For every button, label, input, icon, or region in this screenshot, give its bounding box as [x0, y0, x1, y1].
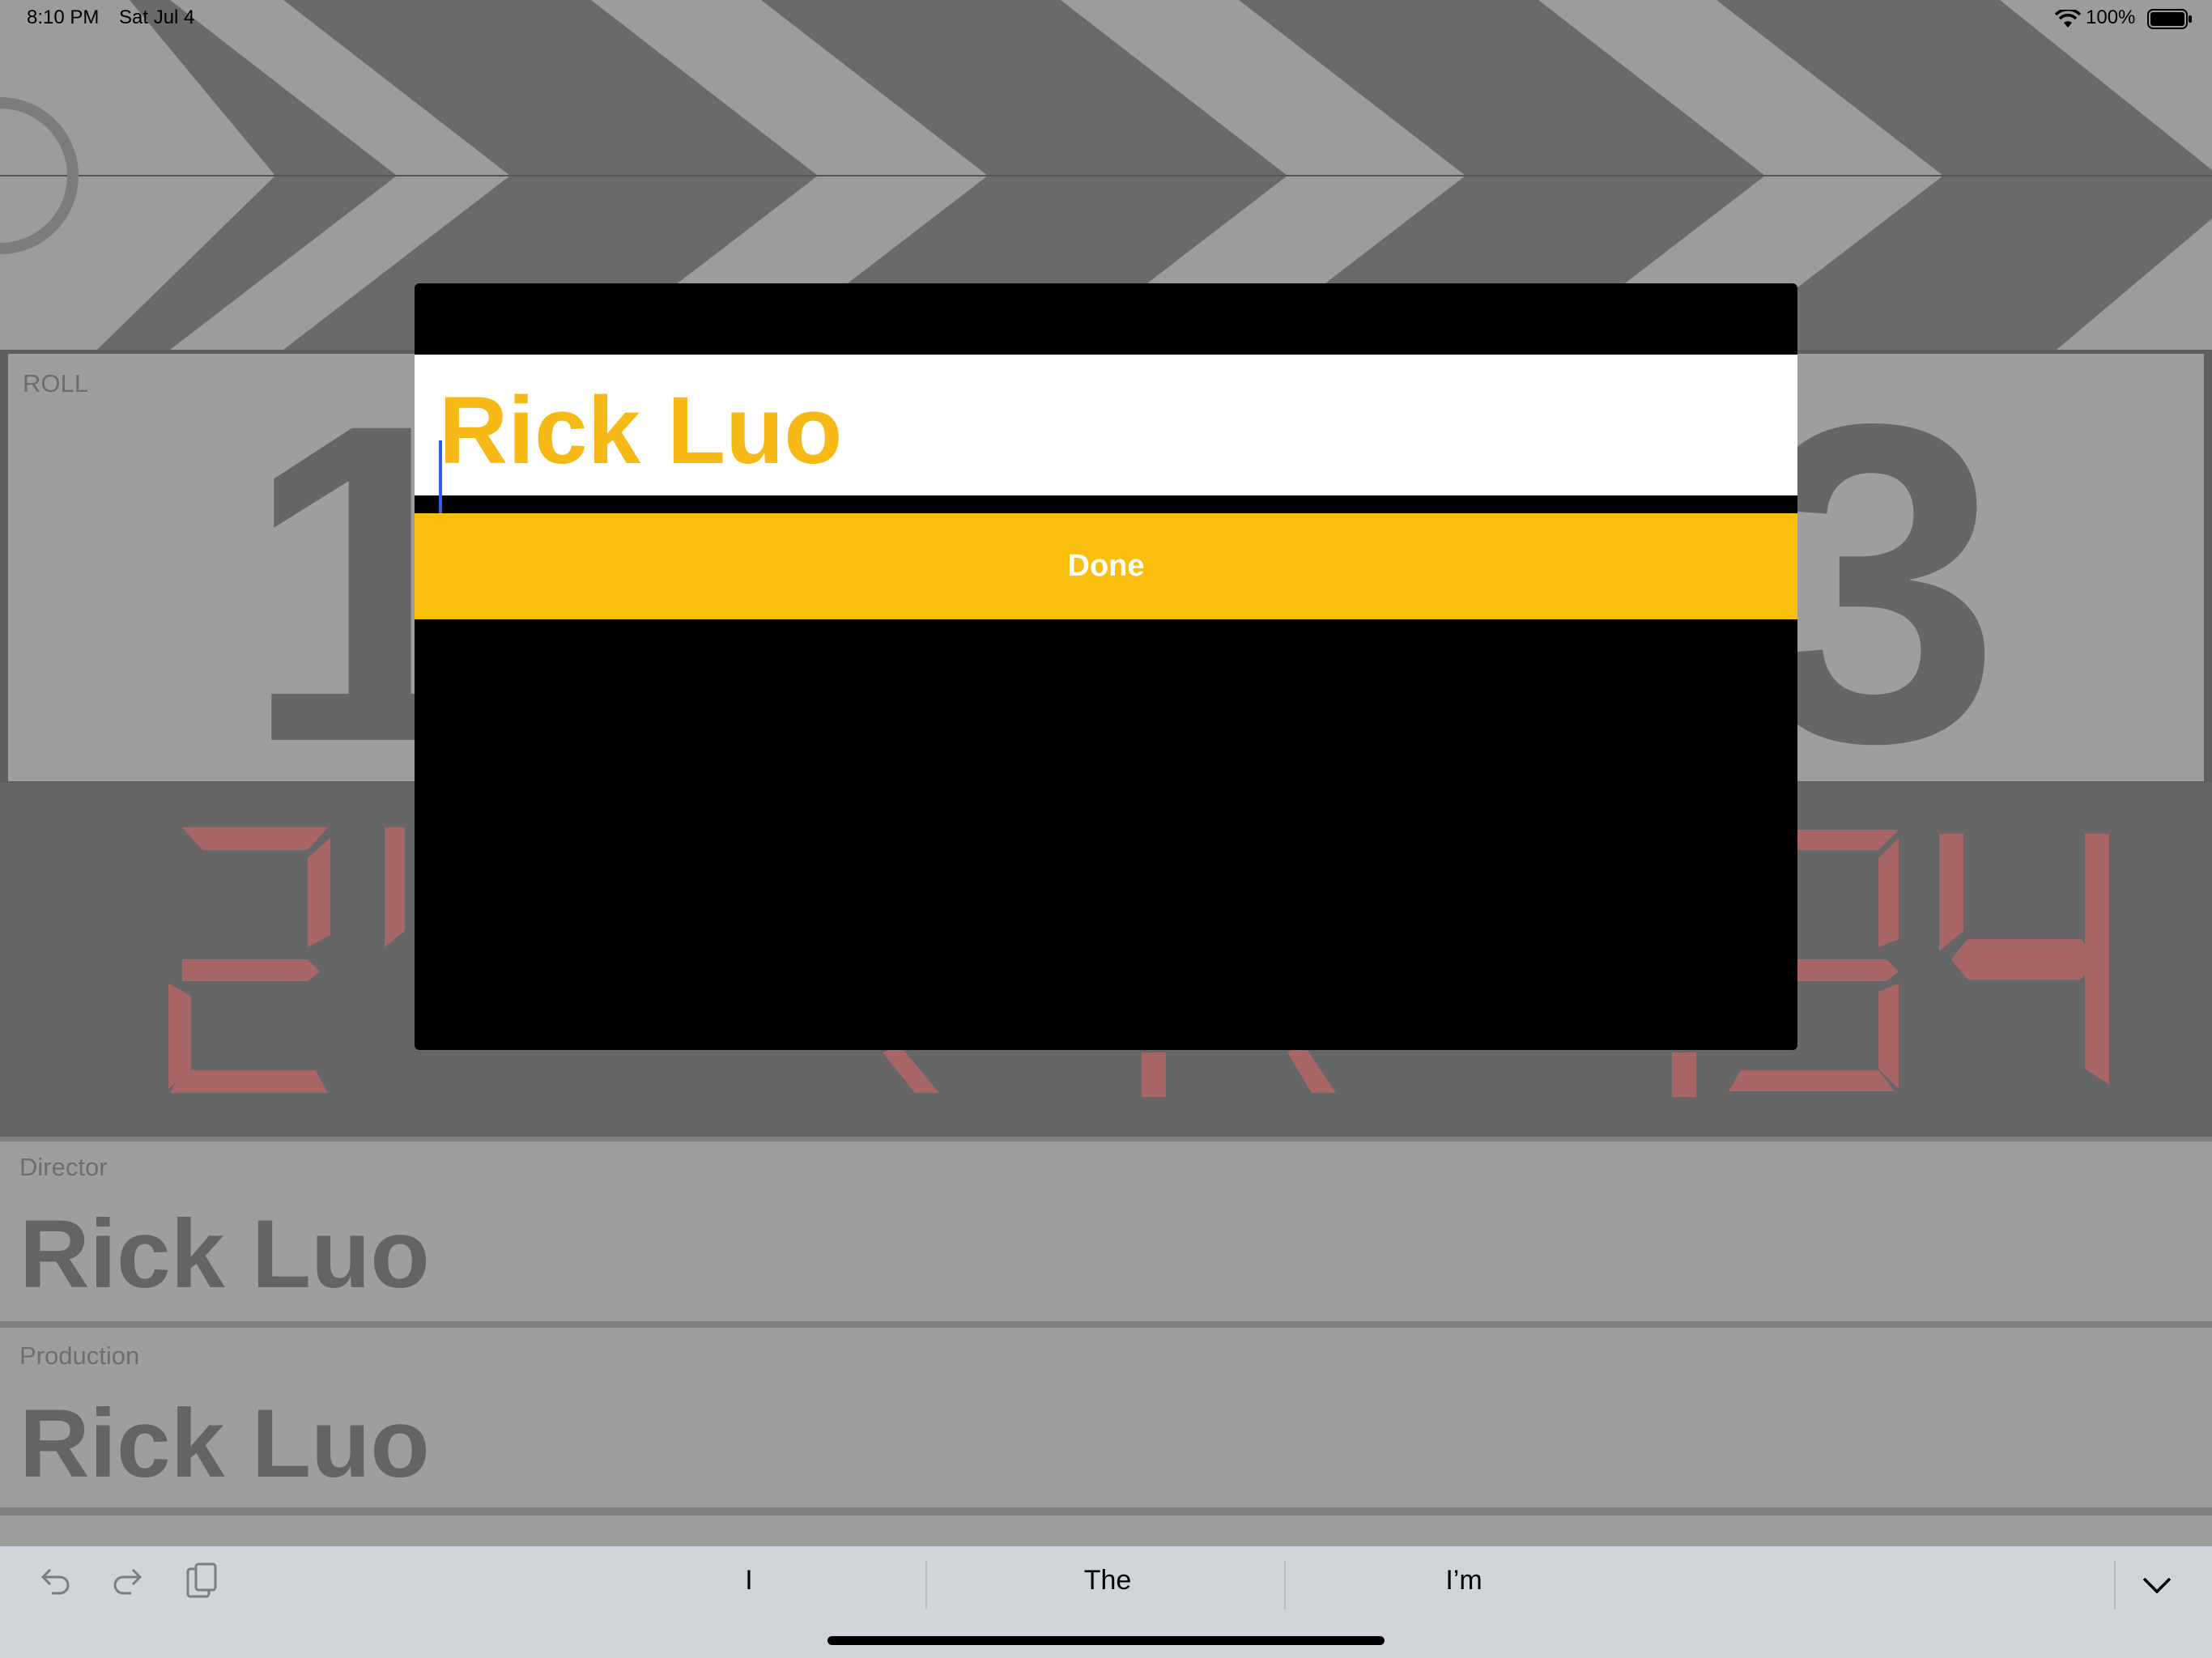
- production-value[interactable]: Rick Luo: [19, 1388, 430, 1499]
- dismiss-keyboard-chevron-down-icon[interactable]: [2139, 1569, 2175, 1601]
- suggestion-1[interactable]: I: [668, 1565, 830, 1607]
- status-time: 8:10 PM: [27, 6, 100, 28]
- name-input-value: Rick Luo: [439, 377, 843, 484]
- home-indicator[interactable]: [827, 1636, 1385, 1645]
- wifi-icon: [2055, 10, 2081, 28]
- done-button[interactable]: Done: [415, 513, 1797, 619]
- director-value[interactable]: Rick Luo: [19, 1198, 430, 1310]
- director-label: Director: [19, 1153, 108, 1181]
- roll-label: ROLL: [23, 369, 88, 397]
- suggestion-2[interactable]: The: [1027, 1565, 1189, 1607]
- battery-percent: 100%: [2086, 6, 2136, 28]
- suggestion-divider: [925, 1561, 927, 1609]
- production-label: Production: [19, 1341, 140, 1370]
- dismiss-divider: [2114, 1561, 2116, 1609]
- battery-icon: [2147, 9, 2192, 29]
- redo-icon[interactable]: [108, 1562, 147, 1601]
- undo-icon[interactable]: [36, 1562, 74, 1601]
- name-input[interactable]: Rick Luo: [415, 355, 1797, 552]
- status-date: Sat Jul 4: [119, 6, 195, 28]
- paste-icon[interactable]: [181, 1561, 220, 1603]
- edit-name-dialog: Rick Luo Done: [415, 283, 1797, 1050]
- suggestion-divider: [1284, 1561, 1286, 1609]
- suggestion-3[interactable]: I’m: [1383, 1565, 1545, 1607]
